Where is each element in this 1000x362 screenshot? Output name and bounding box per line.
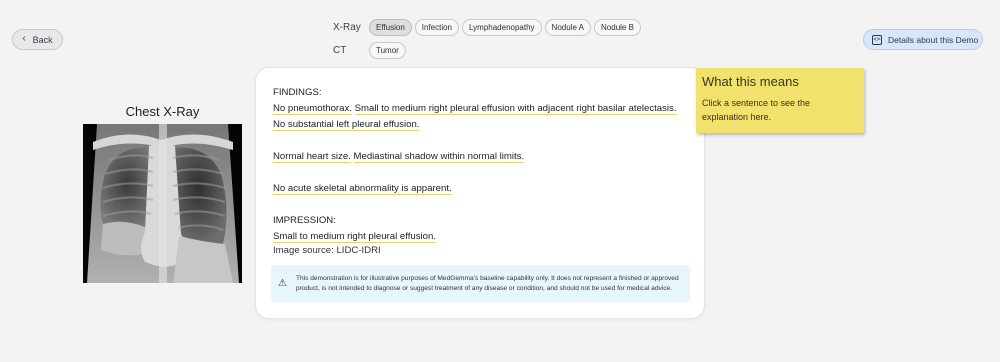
- chest-xray-image: [83, 124, 242, 283]
- xray-label: X-Ray: [333, 22, 361, 33]
- disclaimer-box: ⚠ This demonstration is for illustrative…: [271, 265, 690, 302]
- details-button-label: Details about this Demo: [888, 34, 979, 45]
- report-sentence[interactable]: Normal heart size.: [273, 151, 351, 163]
- back-button[interactable]: ‹ Back: [12, 29, 63, 50]
- chip-infection[interactable]: Infection: [414, 19, 460, 36]
- report-sentence[interactable]: No substantial left pleural effusion.: [273, 119, 420, 131]
- impression-header: IMPRESSION:: [273, 215, 336, 226]
- explanation-title: What this means: [702, 74, 799, 89]
- chip-nodule-b[interactable]: Nodule B: [594, 19, 641, 36]
- report-sentence[interactable]: No acute skeletal abnormality is apparen…: [273, 183, 452, 195]
- explanation-body: Click a sentence to see the explanation …: [702, 98, 811, 122]
- disclaimer-text: This demonstration is for illustrative p…: [295, 274, 679, 292]
- chest-xray-graphic: [83, 124, 242, 283]
- chevron-left-icon: ‹: [22, 32, 26, 44]
- report-text: FINDINGS: No pneumothorax. Small to medi…: [273, 85, 693, 245]
- image-title: Chest X-Ray: [125, 104, 200, 119]
- findings-header: FINDINGS:: [273, 87, 322, 98]
- warning-icon: ⚠: [278, 278, 287, 289]
- details-button[interactable]: <> Details about this Demo: [863, 29, 983, 50]
- report-sentence[interactable]: Mediastinal shadow within normal limits.: [353, 151, 525, 163]
- chip-nodule-a[interactable]: Nodule A: [544, 19, 592, 36]
- chip-lymphadenopathy[interactable]: Lymphadenopathy: [462, 19, 542, 36]
- back-button-label: Back: [32, 34, 53, 45]
- image-source: Image source: LIDC-IDRI: [273, 245, 381, 256]
- xray-modality-row: X-Ray Effusion Infection Lymphadenopathy…: [333, 19, 644, 36]
- report-sentence[interactable]: Small to medium right pleural effusion.: [273, 231, 436, 243]
- code-icon: <>: [872, 34, 882, 45]
- explanation-panel: What this means Click a sentence to see …: [696, 68, 864, 133]
- chip-tumor[interactable]: Tumor: [369, 42, 406, 59]
- ct-label: CT: [333, 45, 347, 56]
- report-sentence[interactable]: Small to medium right pleural effusion w…: [354, 103, 677, 115]
- report-card: FINDINGS: No pneumothorax. Small to medi…: [255, 67, 705, 319]
- chip-effusion[interactable]: Effusion: [369, 19, 412, 36]
- ct-modality-row: CT Tumor: [333, 42, 409, 59]
- report-sentence[interactable]: No pneumothorax.: [273, 103, 352, 115]
